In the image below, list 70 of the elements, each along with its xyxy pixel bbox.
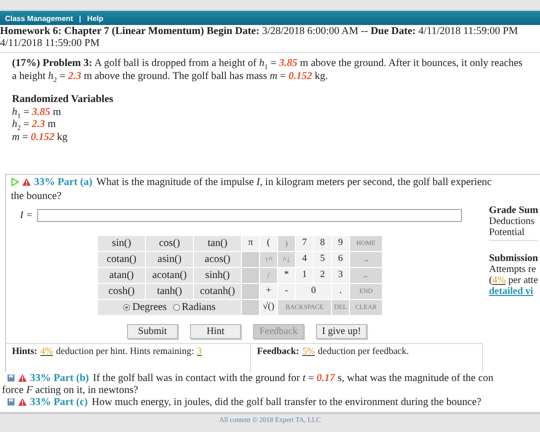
summary-row: Potential [489, 227, 525, 238]
answer-field[interactable] [36, 209, 462, 222]
action-button[interactable]: I give up! [316, 324, 367, 339]
panel-heading: Submission [489, 253, 538, 264]
blank-key [242, 284, 259, 299]
function-key[interactable]: cos() [146, 236, 193, 251]
radio-button[interactable] [172, 304, 180, 311]
keypad-key[interactable]: 8 [314, 236, 331, 251]
function-key[interactable]: atan() [98, 268, 145, 283]
action-button[interactable]: Submit [127, 324, 178, 339]
warning-icon [18, 374, 27, 382]
section-heading: Randomized Variables [12, 94, 114, 106]
action-button[interactable]: Hint [190, 324, 241, 339]
function-key[interactable]: cosh() [98, 284, 145, 299]
radio-label[interactable]: Degrees [132, 302, 167, 313]
attempts-text: Attempts re [489, 264, 536, 275]
answer-label: I = [20, 210, 33, 221]
keypad-key[interactable]: + [260, 284, 277, 299]
keypad-key[interactable]: 9 [332, 236, 349, 251]
assignment-title: Homework 6: Chapter 7 (Linear Momentum) Begin Date: 3/28/2018 6:00:00 AM -- Due Date: 4/11/2018 11:59:00 PM [0, 26, 519, 38]
radio-button[interactable] [123, 304, 130, 311]
warning-icon [18, 398, 27, 406]
question-text: force F acting on it, in newtons? [2, 385, 138, 396]
problem-statement: (17%) Problem 3: A golf ball is dropped from a height of h$_{1}$ = 3.85 m above the ground. After it bounces, it only reaches a height h$_{2}$ = 2.3 m above the ground. The golf ball has mass m = 0.152 kg. [11, 57, 524, 83]
attempts-penalty: (4% per atte [489, 275, 538, 286]
part-title[interactable]: 33% Part (a) [34, 177, 92, 188]
function-key[interactable]: acos() [194, 252, 241, 267]
warning-icon [22, 178, 31, 186]
function-key[interactable]: sin() [98, 236, 145, 251]
blank-key [242, 252, 259, 267]
keypad-key[interactable]: 2 [314, 268, 331, 283]
function-key[interactable]: acotan() [146, 268, 193, 283]
variable-value: m = 0.152 kg [12, 132, 68, 142]
function-key[interactable]: asin() [146, 252, 193, 267]
function-key[interactable]: cotanh() [194, 284, 241, 299]
keypad-key[interactable]: 4 [296, 252, 313, 267]
part-title[interactable]: 33% Part (c) [30, 397, 88, 408]
keypad-key[interactable]: 7 [296, 236, 313, 251]
keypad-key[interactable]: ( [260, 236, 277, 251]
function-key[interactable]: tanh() [146, 284, 193, 299]
detailed-view-link[interactable]: detailed vi [489, 286, 534, 297]
function-key[interactable]: tan() [194, 236, 241, 251]
question-text: If the golf ball was in contact with the ground for t = 0.17 s, what was the magnitude of the con [92, 373, 494, 384]
question-text: the bounce? [11, 191, 62, 202]
due-date: 4/11/2018 11:59:00 PM [0, 38, 101, 50]
blank-key [242, 300, 259, 315]
function-key[interactable]: cotan() [98, 252, 145, 267]
keypad-key[interactable]: - [278, 284, 295, 299]
radio-label[interactable]: Radians [182, 302, 216, 313]
keypad-key[interactable]: 1 [296, 268, 313, 283]
question-text: What is the magnitude of the impulse I, in kilogram meters per second, the golf ball experienc [96, 177, 492, 188]
keypad-key[interactable]: 0 [296, 284, 331, 299]
play-triangle-icon[interactable] [11, 178, 19, 186]
panel-heading: Grade Sum [489, 205, 538, 216]
part-title[interactable]: 33% Part (b) [30, 373, 89, 384]
keypad-key[interactable]: * [278, 268, 295, 283]
hints-info: Hints: 4% deduction per hint. Hints remaining: 3 [12, 347, 203, 357]
summary-row: Deductions [489, 216, 535, 227]
feedback-info: Feedback: 5% deduction per feedback. [257, 347, 409, 357]
question-text: How much energy, in joules, did the golf ball transfer to the environment during the bounce? [92, 397, 482, 408]
blank-key [242, 268, 259, 283]
keypad-key[interactable]: 3 [332, 268, 349, 283]
keypad-key[interactable]: √() [260, 300, 277, 315]
keypad-key[interactable]: 6 [332, 252, 349, 267]
function-key[interactable]: sinh() [194, 268, 241, 283]
keypad-key[interactable]: 5 [314, 252, 331, 267]
variable-value: h$_{2}$ = 2.3 m [12, 119, 56, 130]
variable-value: h$_{1}$ = 3.85 m [12, 106, 62, 118]
keypad-key[interactable]: . [332, 284, 349, 299]
keypad-key[interactable]: π [242, 236, 259, 251]
